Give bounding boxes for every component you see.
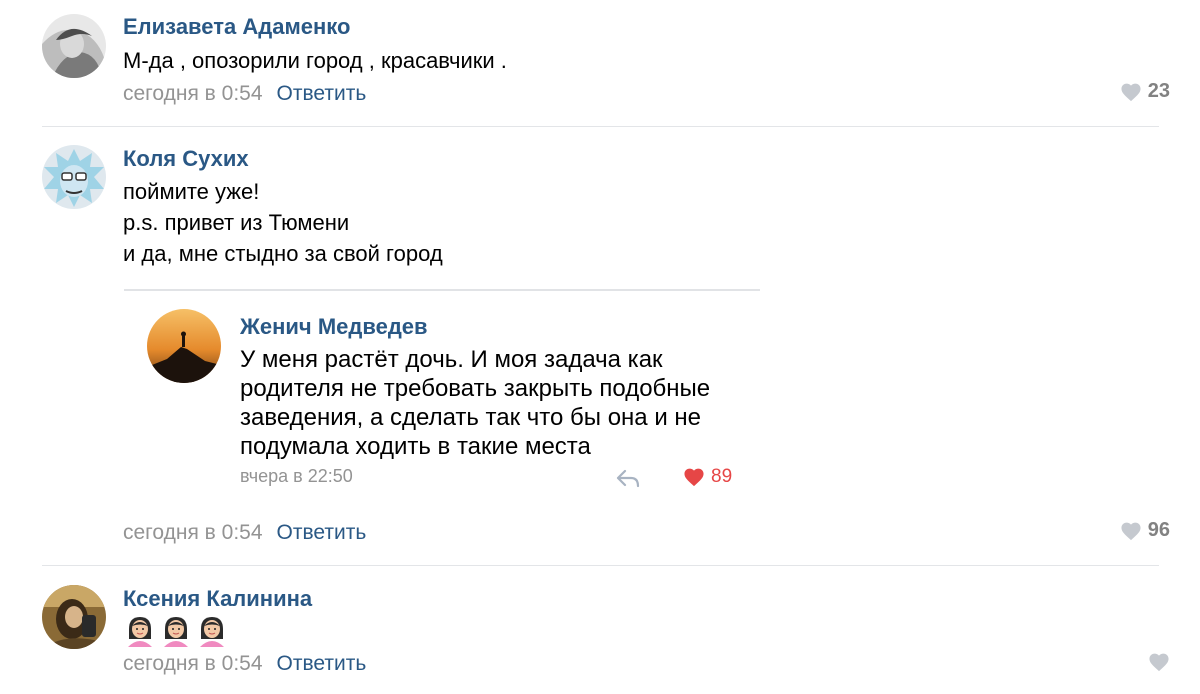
comment-meta: сегодня в 0:54 Ответить <box>123 82 366 106</box>
comment-meta: сегодня в 0:54 Ответить <box>123 652 366 676</box>
reply-button[interactable]: Ответить <box>277 82 367 105</box>
reply-button[interactable]: Ответить <box>277 652 367 675</box>
comment-time[interactable]: сегодня в 0:54 <box>123 652 263 675</box>
heart-icon <box>684 468 704 487</box>
heart-icon <box>1121 522 1141 540</box>
quote-text: У меня растёт дочь. И моя задача как род… <box>240 346 711 460</box>
like-button[interactable]: 96 <box>1120 519 1170 542</box>
comment-text-line: поймите уже! <box>123 179 260 204</box>
heart-icon <box>1121 83 1141 101</box>
avatar[interactable] <box>42 585 106 649</box>
quote-divider <box>124 289 760 291</box>
reply-arrow-icon[interactable] <box>615 468 641 490</box>
heart-icon <box>1149 653 1169 672</box>
comment-time[interactable]: сегодня в 0:54 <box>123 521 263 544</box>
comment-meta: сегодня в 0:54 Ответить <box>123 521 366 545</box>
quote-time[interactable]: вчера в 22:50 <box>240 466 353 487</box>
avatar[interactable] <box>42 14 106 78</box>
reply-button[interactable]: Ответить <box>277 521 367 544</box>
woman-emoji <box>200 617 224 647</box>
woman-emoji <box>164 617 188 647</box>
comment-author[interactable]: Елизавета Адаменко <box>123 14 350 40</box>
like-count: 96 <box>1147 519 1170 541</box>
comment-text: поймите уже! p.s. привет из Тюмени и да,… <box>123 176 443 269</box>
quote-like-count: 89 <box>711 466 733 487</box>
quote-author[interactable]: Женич Медведев <box>240 314 428 340</box>
like-button[interactable] <box>1148 652 1170 672</box>
comment-time[interactable]: сегодня в 0:54 <box>123 82 263 105</box>
comment-author[interactable]: Ксения Калинина <box>123 586 312 612</box>
quote-like-button[interactable]: 89 <box>683 466 732 488</box>
comment-author[interactable]: Коля Сухих <box>123 146 249 172</box>
comment-text-line: М-да , опозорили город , красавчики . <box>123 48 507 73</box>
divider <box>42 565 1159 566</box>
comment-text-line: p.s. привет из Тюмени <box>123 210 350 235</box>
quote-avatar[interactable] <box>147 309 221 383</box>
like-count: 23 <box>1147 80 1170 102</box>
divider <box>42 126 1159 127</box>
like-button[interactable]: 23 <box>1120 80 1170 103</box>
avatar[interactable] <box>42 145 106 209</box>
emoji-row <box>125 615 227 647</box>
comment-text-line: и да, мне стыдно за свой город <box>123 241 443 266</box>
woman-emoji <box>128 617 152 647</box>
comment-text: М-да , опозорили город , красавчики . <box>123 45 507 76</box>
